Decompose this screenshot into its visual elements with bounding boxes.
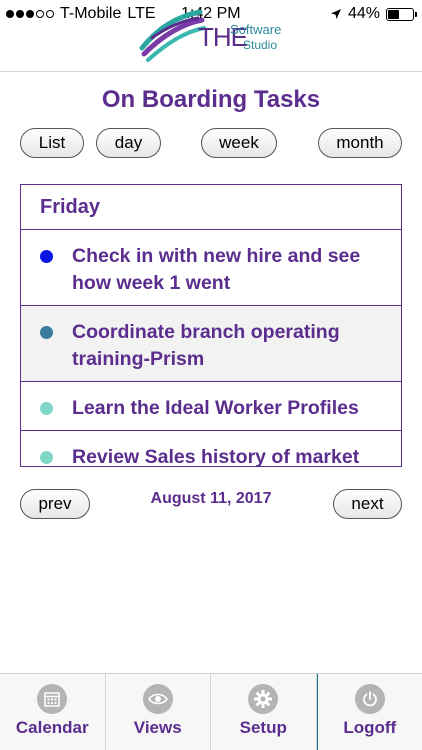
page-title: On Boarding Tasks (101, 86, 321, 113)
tab-views[interactable]: Views (106, 674, 211, 750)
tab-label: Logoff (343, 718, 397, 737)
tab-logoff[interactable]: Logoff (316, 674, 422, 750)
day-view-button[interactable]: day (96, 128, 161, 158)
power-icon (354, 684, 385, 714)
task-text: Check in with new hire and see how week … (72, 245, 361, 294)
task-status-dot-icon (40, 326, 53, 339)
calendar-icon (37, 684, 68, 714)
tab-label: Setup (239, 718, 287, 737)
task-text: Review Sales history of market (72, 446, 360, 467)
status-right: 44% (330, 5, 417, 23)
tab-calendar[interactable]: Calendar (0, 674, 106, 750)
battery-icon (386, 7, 417, 21)
logo-text-studio: Studio (243, 38, 278, 52)
tab-setup[interactable]: Setup (211, 674, 317, 750)
signal-strength-icon (6, 10, 54, 18)
eye-icon (142, 684, 173, 714)
gear-icon (248, 684, 279, 714)
task-text: Coordinate branch operating training-Pri… (72, 321, 340, 370)
next-button[interactable]: next (333, 489, 402, 519)
task-item[interactable]: Review Sales history of market (21, 431, 401, 467)
status-left: T-Mobile LTE (6, 5, 156, 23)
logo-text-software: Software (230, 22, 282, 37)
task-status-dot-icon (40, 451, 53, 464)
battery-percent: 44% (347, 5, 380, 22)
day-heading: Friday (21, 185, 401, 230)
tab-label: Calendar (15, 718, 89, 737)
week-view-button[interactable]: week (201, 128, 277, 158)
bottom-tab-bar: Calendar Views Setup Logoff (0, 673, 422, 750)
task-status-dot-icon (40, 250, 53, 263)
task-item[interactable]: Check in with new hire and see how week … (21, 230, 401, 306)
task-item[interactable]: Learn the Ideal Worker Profiles (21, 382, 401, 431)
tab-label: Views (133, 718, 182, 737)
task-item[interactable]: Coordinate branch operating training-Pri… (21, 306, 401, 382)
task-text: Learn the Ideal Worker Profiles (72, 397, 359, 419)
header-divider (0, 71, 422, 72)
app-logo: THE Software Studio (138, 8, 288, 64)
carrier-name: T-Mobile (60, 5, 122, 22)
location-arrow-icon (330, 9, 341, 19)
battery-fill (388, 9, 399, 19)
list-view-button[interactable]: List (20, 128, 84, 158)
task-status-dot-icon (40, 402, 53, 415)
task-list-panel[interactable]: Friday Check in with new hire and see ho… (20, 184, 402, 467)
month-view-button[interactable]: month (318, 128, 402, 158)
